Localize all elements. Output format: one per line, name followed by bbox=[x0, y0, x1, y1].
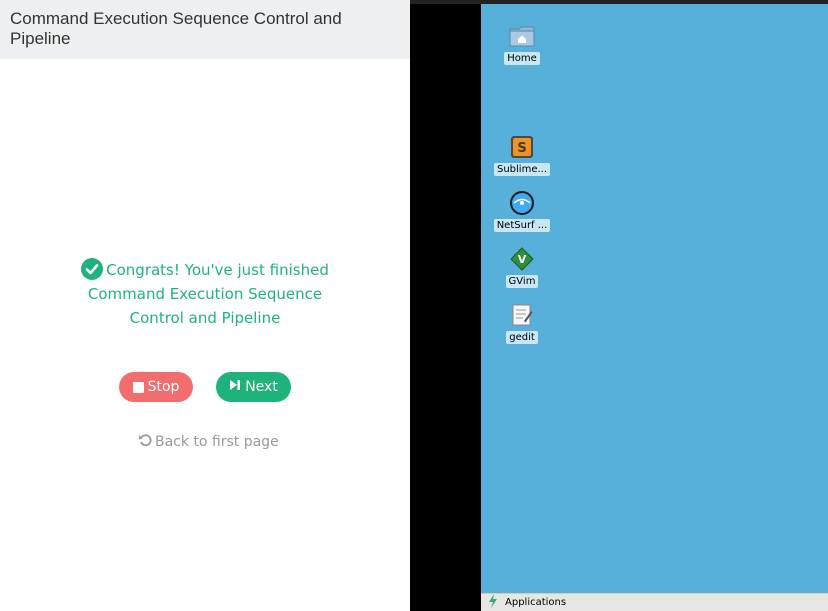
lesson-panel: Command Execution Sequence Control and P… bbox=[0, 0, 410, 611]
step-forward-icon bbox=[229, 379, 241, 395]
stop-icon bbox=[132, 381, 144, 393]
desktop-icon-gvim[interactable]: V GVim bbox=[492, 246, 552, 288]
back-to-first-page-link[interactable]: Back to first page bbox=[138, 433, 279, 451]
desktop-icon-gedit[interactable]: gedit bbox=[492, 302, 552, 344]
congrats-text: Congrats! You've just finished Command E… bbox=[87, 261, 329, 327]
congrats-message: Congrats! You've just finished Command E… bbox=[60, 258, 350, 330]
next-button-label: Next bbox=[245, 379, 278, 395]
lesson-title: Command Execution Sequence Control and P… bbox=[10, 9, 342, 48]
sublime-text-icon: S bbox=[509, 134, 535, 160]
desktop-icon-label: NetSurf ... bbox=[493, 219, 551, 232]
applications-menu-icon bbox=[487, 594, 499, 611]
undo-icon bbox=[138, 433, 152, 451]
desktop-icon-home[interactable]: Home bbox=[492, 23, 552, 65]
back-link-label: Back to first page bbox=[155, 434, 279, 450]
screen: Command Execution Sequence Control and P… bbox=[0, 0, 828, 611]
netsurf-icon bbox=[509, 190, 535, 216]
desktop-icon-sublime[interactable]: S Sublime... bbox=[492, 134, 552, 176]
check-circle-icon bbox=[81, 258, 104, 280]
desktop-icon-netsurf[interactable]: NetSurf ... bbox=[492, 190, 552, 232]
home-folder-icon bbox=[509, 23, 535, 49]
desktop-icon-label: Home bbox=[504, 52, 540, 65]
desktop-icon-label: Sublime... bbox=[493, 163, 551, 176]
applications-menu-button[interactable]: Applications bbox=[487, 594, 566, 611]
svg-text:S: S bbox=[517, 141, 526, 156]
desktop-icon-label: GVim bbox=[505, 275, 539, 288]
svg-text:V: V bbox=[518, 253, 527, 266]
gvim-icon: V bbox=[509, 246, 535, 272]
next-button[interactable]: Next bbox=[216, 372, 291, 402]
separator bbox=[410, 0, 481, 611]
desktop-icon-label: gedit bbox=[506, 331, 538, 344]
taskbar: Applications bbox=[481, 593, 828, 611]
lesson-header: Command Execution Sequence Control and P… bbox=[0, 0, 410, 59]
stop-button[interactable]: Stop bbox=[119, 372, 193, 402]
desktop: Home S Sublime... NetSurf ... V GVim ged… bbox=[481, 4, 828, 593]
stop-button-label: Stop bbox=[147, 379, 180, 395]
gedit-icon bbox=[509, 302, 535, 328]
applications-label: Applications bbox=[505, 597, 567, 608]
